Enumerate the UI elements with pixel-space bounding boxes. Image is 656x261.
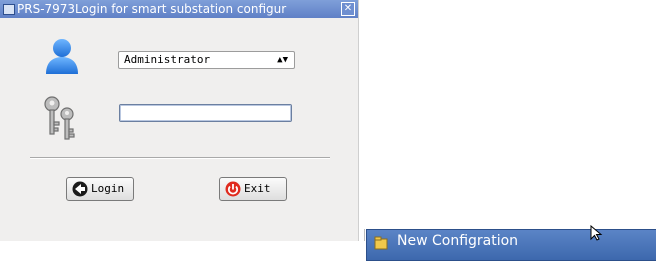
- close-icon[interactable]: ✕: [341, 2, 355, 16]
- login-dialog: PRS-7973Login for smart substation confi…: [0, 0, 359, 241]
- power-icon: [225, 181, 241, 197]
- separator: [30, 157, 330, 159]
- new-config-icon: [374, 236, 388, 250]
- user-select[interactable]: Administrator ▲▼: [118, 51, 295, 69]
- exit-label: Exit: [244, 182, 271, 195]
- keys-icon: [44, 96, 75, 140]
- menu-item-label: New Configration: [397, 233, 519, 249]
- login-label: Login: [91, 182, 125, 195]
- password-input[interactable]: [119, 104, 292, 122]
- user-icon: [46, 39, 78, 74]
- window-title: PRS-7973Login for smart substation confi…: [17, 2, 287, 16]
- user-select-value: Administrator: [124, 53, 211, 66]
- select-arrows-icon: ▲▼: [277, 55, 288, 65]
- login-arrow-icon: [72, 181, 88, 197]
- window-app-icon: [3, 4, 15, 15]
- exit-button[interactable]: Exit: [219, 177, 287, 201]
- panel-divider: [364, 229, 365, 241]
- title-bar[interactable]: PRS-7973Login for smart substation confi…: [0, 0, 358, 18]
- mouse-cursor-icon: [590, 225, 603, 241]
- login-button[interactable]: Login: [66, 177, 134, 201]
- menu-item-new-configuration[interactable]: New Configration: [366, 229, 656, 261]
